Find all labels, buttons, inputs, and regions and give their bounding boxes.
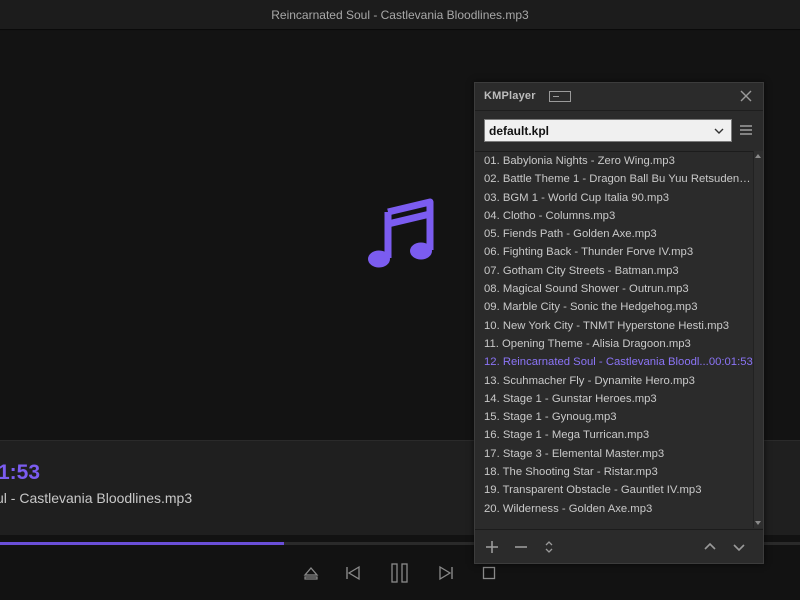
music-note-icon [368,198,434,268]
playlist-item-label: 01. Babylonia Nights - Zero Wing.mp3 [484,155,675,167]
add-icon[interactable] [484,539,500,555]
playlist-item-label: 10. New York City - TNMT Hyperstone Hest… [484,319,730,332]
close-icon[interactable] [739,89,753,103]
playlist-item[interactable]: 17. Stage 3 - Elemental Master.mp3 [475,445,753,463]
title-bar: Reincarnated Soul - Castlevania Bloodlin… [0,0,800,30]
playlist-item[interactable]: 14. Stage 1 - Gunstar Heroes.mp3 [475,390,753,408]
chevron-down-icon [714,128,724,134]
eject-icon [303,567,319,580]
sort-icon[interactable] [541,539,557,555]
playlist-item-duration: ...00:01:53 [699,356,753,369]
next-button[interactable] [436,562,456,584]
remove-icon[interactable] [513,539,529,555]
playlist-item-label: 05. Fiends Path - Golden Axe.mp3 [484,228,657,241]
pause-icon [391,563,408,583]
playlist-select-value: default.kpl [489,124,550,138]
next-icon [439,565,453,581]
stop-icon [482,566,496,580]
move-down-icon[interactable] [731,539,747,555]
playlist-item[interactable]: 07. Gotham City Streets - Batman.mp3 [475,262,753,280]
playlist-item-label: 19. Transparent Obstacle - Gauntlet IV.m… [484,484,702,497]
playlist-item[interactable]: 08. Magical Sound Shower - Outrun.mp3 [475,280,753,298]
playlist-item-label: 08. Magical Sound Shower - Outrun.mp3 [484,283,689,296]
playlist-item-label: 15. Stage 1 - Gynoug.mp3 [484,411,617,424]
scroll-up-icon[interactable] [755,154,761,158]
playlist-item-label: 17. Stage 3 - Elemental Master.mp3 [484,447,665,460]
playlist-item[interactable]: 13. Scuhmacher Fly - Dynamite Hero.mp3 [475,372,753,390]
playlist-item-label: 02. Battle Theme 1 - Dragon Ball Bu Yuu … [484,173,753,186]
menu-icon[interactable] [739,123,753,137]
eject-button[interactable] [301,562,321,584]
playlist-item[interactable]: 01. Babylonia Nights - Zero Wing.mp3 [475,152,753,170]
playlist-item[interactable]: 09. Marble City - Sonic the Hedgehog.mp3 [475,298,753,316]
playlist-window: KMPlayer default.kpl 01. Babylonia Night… [474,82,764,564]
playlist-select[interactable]: default.kpl [484,119,732,142]
now-playing-title: ul - Castlevania Bloodlines.mp3 [0,490,193,506]
playlist-item[interactable]: 02. Battle Theme 1 - Dragon Ball Bu Yuu … [475,170,753,188]
playlist-item-label: 18. The Shooting Star - Ristar.mp3 [484,466,658,479]
playlist-header: KMPlayer [475,83,763,111]
playlist-item[interactable]: 16. Stage 1 - Mega Turrican.mp3 [475,426,753,444]
playlist-item-label: 03. BGM 1 - World Cup Italia 90.mp3 [484,191,670,204]
playlist-item-label: 06. Fighting Back - Thunder Forve IV.mp3 [484,246,694,259]
playlist-item[interactable]: 05. Fiends Path - Golden Axe.mp3 [475,225,753,243]
playlist-item[interactable]: 04. Clotho - Columns.mp3 [475,207,753,225]
scroll-down-icon[interactable] [755,521,761,525]
playlist-item[interactable]: 18. The Shooting Star - Ristar.mp3 [475,463,753,481]
stop-button[interactable] [479,562,499,584]
playlist-items: 01. Babylonia Nights - Zero Wing.mp3 02. … [475,151,753,528]
playlist-item-label: 04. Clotho - Columns.mp3 [484,209,616,222]
playlist-item-label: 20. Wilderness - Golden Axe.mp3 [484,502,653,515]
playlist-item[interactable]: 20. Wilderness - Golden Axe.mp3 [475,500,753,518]
playlist-item-label: 14. Stage 1 - Gunstar Heroes.mp3 [484,392,657,405]
playlist-item-label: 12. Reincarnated Soul - Castlevania Bloo… [484,356,700,369]
previous-button[interactable] [343,562,363,584]
previous-icon [346,565,360,581]
minimize-icon[interactable] [549,91,571,102]
playlist-item-current[interactable]: 12. Reincarnated Soul - Castlevania Bloo… [475,353,753,371]
playlist-item[interactable]: 11. Opening Theme - Alisia Dragoon.mp3 [475,335,753,353]
window-title: Reincarnated Soul - Castlevania Bloodlin… [271,8,529,22]
playlist-item[interactable]: 06. Fighting Back - Thunder Forve IV.mp3 [475,243,753,261]
playlist-item-label: 07. Gotham City Streets - Batman.mp3 [484,264,679,277]
move-up-icon[interactable] [702,539,718,555]
playlist-item[interactable]: 19. Transparent Obstacle - Gauntlet IV.m… [475,481,753,499]
playback-time: 1:53 [0,461,41,484]
playlist-item[interactable]: 03. BGM 1 - World Cup Italia 90.mp3 [475,189,753,207]
playlist-item-label: 13. Scuhmacher Fly - Dynamite Hero.mp3 [484,374,695,387]
playlist-item[interactable]: 10. New York City - TNMT Hyperstone Hest… [475,317,753,335]
seek-bar-progress [0,542,284,545]
playlist-item-label: 16. Stage 1 - Mega Turrican.mp3 [484,429,650,442]
playlist-item-label: 11. Opening Theme - Alisia Dragoon.mp3 [484,337,691,350]
playlist-brand: KMPlayer [484,90,536,102]
playlist-item[interactable]: 15. Stage 1 - Gynoug.mp3 [475,408,753,426]
playlist-item-label: 09. Marble City - Sonic the Hedgehog.mp3 [484,301,698,314]
pause-button[interactable] [388,562,412,584]
playlist-scrollbar[interactable] [753,151,763,528]
playlist-footer [475,529,763,563]
